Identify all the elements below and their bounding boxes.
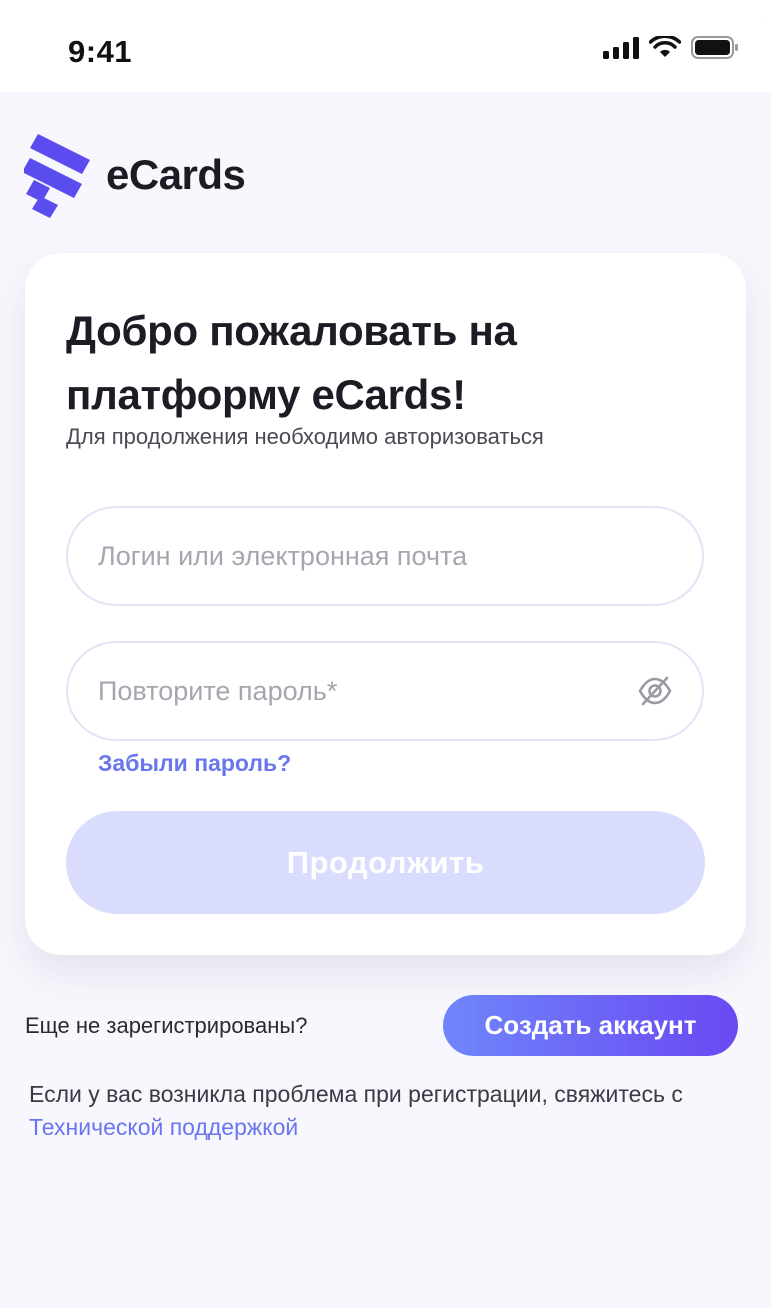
continue-button[interactable]: Продолжить xyxy=(66,811,705,914)
status-time: 9:41 xyxy=(68,34,133,69)
login-input[interactable] xyxy=(98,508,638,604)
create-account-button[interactable]: Создать аккаунт xyxy=(443,995,738,1056)
login-field[interactable] xyxy=(66,506,704,606)
help-message: Если у вас возникла проблема при регистр… xyxy=(29,1081,683,1107)
password-input[interactable] xyxy=(98,643,638,739)
login-card: Добро пожаловать на платформу eCards! Дл… xyxy=(25,253,746,955)
password-field[interactable] xyxy=(66,641,704,741)
brand-name: eCards xyxy=(106,151,246,198)
cellular-signal-icon xyxy=(603,36,639,59)
page-subtitle: Для продолжения необходимо авторизоватьс… xyxy=(66,424,544,449)
battery-icon xyxy=(691,36,738,59)
help-text: Если у вас возникла проблема при регистр… xyxy=(29,1078,729,1144)
support-link[interactable]: Технической поддержкой xyxy=(29,1114,298,1140)
status-icons xyxy=(603,36,739,59)
page-title: Добро пожаловать на платформу eCards! xyxy=(66,307,517,418)
register-prompt: Еще не зарегистрированы? xyxy=(25,1013,308,1038)
status-bar: 9:41 xyxy=(0,0,771,92)
brand-logo: eCards xyxy=(24,132,246,218)
forgot-password-link[interactable]: Забыли пароль? xyxy=(98,750,291,777)
wifi-icon xyxy=(649,36,681,57)
ecards-logo-icon xyxy=(24,134,90,218)
login-screen: 9:41 eCards Добро пожаловать на платформ… xyxy=(0,0,771,1308)
eye-off-icon[interactable] xyxy=(638,676,672,706)
